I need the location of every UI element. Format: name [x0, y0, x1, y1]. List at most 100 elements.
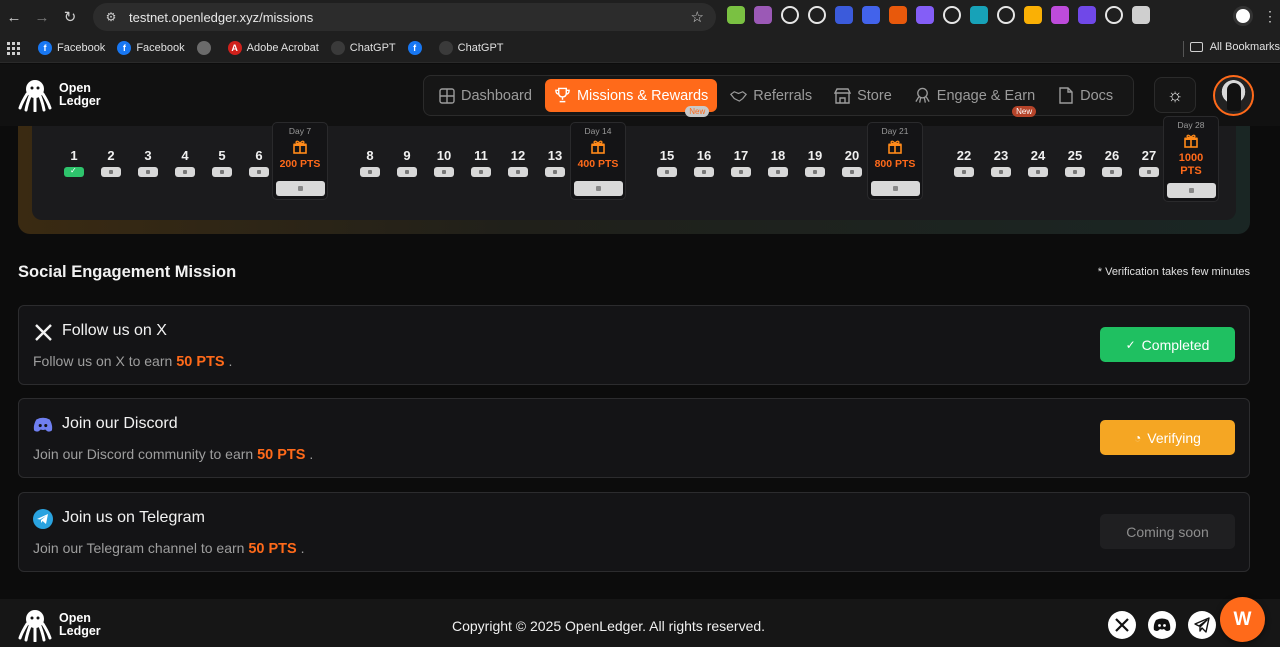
floating-action-button[interactable]: W	[1220, 597, 1265, 642]
bookmark-item[interactable]: ChatGPT	[330, 41, 396, 55]
address-bar[interactable]: ⚙ testnet.openledger.xyz/missions ☆	[93, 3, 716, 31]
verifying-button[interactable]: ◔ Verifying	[1100, 420, 1235, 455]
claim-lock-button[interactable]	[276, 181, 325, 196]
reload-icon[interactable]: ↻	[56, 3, 84, 31]
bookmark-item[interactable]: f Facebook	[38, 41, 105, 55]
extension-icon[interactable]	[781, 6, 799, 24]
checkin-day[interactable]: 25	[1060, 148, 1090, 177]
checkin-day[interactable]: 2	[96, 148, 126, 177]
extension-icon[interactable]	[727, 6, 745, 24]
checkin-day[interactable]: 6	[244, 148, 274, 177]
extension-icon[interactable]	[808, 6, 826, 24]
extension-icon[interactable]	[997, 6, 1015, 24]
extension-icon[interactable]	[916, 6, 934, 24]
browser-toolbar: ← → ↻ ⚙ testnet.openledger.xyz/missions …	[0, 0, 1280, 34]
extension-icon[interactable]	[943, 6, 961, 24]
extension-icon[interactable]	[1024, 6, 1042, 24]
checkin-day[interactable]: 26	[1097, 148, 1127, 177]
nav-dashboard[interactable]: Dashboard	[429, 79, 541, 112]
bookmark-item[interactable]: f	[407, 41, 427, 55]
checkin-day[interactable]: 4	[170, 148, 200, 177]
checkin-day[interactable]: 9	[392, 148, 422, 177]
bonus-day-label: Day 7	[288, 126, 312, 136]
extension-icon[interactable]	[1105, 6, 1123, 24]
bonus-points: 800 PTS	[874, 158, 916, 170]
extension-icon[interactable]	[835, 6, 853, 24]
extension-icon[interactable]	[754, 6, 772, 24]
store-icon	[834, 87, 852, 104]
all-bookmarks-button[interactable]: All Bookmarks	[1189, 41, 1280, 53]
facebook-icon: f	[38, 41, 52, 55]
mission-description-end: .	[228, 353, 233, 369]
browser-menu-icon[interactable]: ⋮	[1263, 8, 1277, 25]
bookmark-star-icon[interactable]: ☆	[691, 8, 704, 26]
checkin-day[interactable]: 1	[59, 148, 89, 177]
daily-checkin-track: 1234568910111213151617181920222324252627…	[32, 116, 1236, 220]
user-avatar[interactable]	[1213, 75, 1254, 116]
site-settings-icon[interactable]: ⚙	[103, 9, 119, 25]
claim-lock-button[interactable]	[574, 181, 623, 196]
mission-title: Join our Discord	[62, 415, 178, 432]
browser-profile-avatar[interactable]	[1233, 6, 1253, 26]
checkin-day[interactable]: 10	[429, 148, 459, 177]
claim-lock-button[interactable]	[1167, 183, 1216, 198]
checkin-day[interactable]: 27	[1134, 148, 1164, 177]
checkin-day[interactable]: 13	[540, 148, 570, 177]
checkin-day[interactable]: 17	[726, 148, 756, 177]
checkin-day[interactable]: 24	[1023, 148, 1053, 177]
extension-icon[interactable]	[1132, 6, 1150, 24]
dashboard-icon	[438, 87, 455, 104]
footer-telegram-link[interactable]	[1188, 611, 1216, 639]
extension-icon[interactable]	[1078, 6, 1096, 24]
coming-soon-button[interactable]: Coming soon	[1100, 514, 1235, 549]
day-number: 9	[403, 148, 411, 163]
checkin-day[interactable]: 11	[466, 148, 496, 177]
openledger-logo[interactable]: Open Ledger	[18, 78, 101, 112]
nav-docs[interactable]: Docs	[1048, 79, 1122, 112]
lock-icon	[360, 167, 380, 177]
theme-toggle-button[interactable]: ☼	[1154, 77, 1196, 113]
footer-discord-link[interactable]	[1148, 611, 1176, 639]
day-number: 6	[255, 148, 263, 163]
checkin-day[interactable]: 16	[689, 148, 719, 177]
extension-icon[interactable]	[1051, 6, 1069, 24]
checkin-day[interactable]: 18	[763, 148, 793, 177]
nav-engage-earn[interactable]: Engage & Earn New	[905, 79, 1044, 117]
extension-icon[interactable]	[862, 6, 880, 24]
checkin-day[interactable]: 8	[355, 148, 385, 177]
bookmark-item[interactable]: ChatGPT	[438, 41, 504, 55]
bonus-points: 400 PTS	[577, 158, 619, 170]
bookmark-item[interactable]: A Adobe Acrobat	[227, 41, 319, 55]
lock-icon	[657, 167, 677, 177]
lock-icon	[1028, 167, 1048, 177]
bookmark-item[interactable]: f Facebook	[117, 41, 185, 55]
apps-grid-icon[interactable]	[7, 41, 20, 55]
nav-referrals[interactable]: Referrals	[721, 79, 821, 112]
nav-store[interactable]: Store	[825, 79, 901, 112]
button-label: Coming soon	[1126, 523, 1209, 540]
checkin-day[interactable]: 22	[949, 148, 979, 177]
claim-lock-button[interactable]	[871, 181, 920, 196]
day-number: 20	[844, 148, 860, 163]
extension-icon[interactable]	[970, 6, 988, 24]
app-header: Open Ledger Dashboard Missions & Rewards Ne…	[0, 64, 1280, 126]
completed-button[interactable]: ✓ Completed	[1100, 327, 1235, 362]
checkin-day[interactable]: 3	[133, 148, 163, 177]
footer-logo[interactable]: Open Ledger	[18, 608, 101, 642]
clock-icon: ◔	[1134, 430, 1142, 445]
checkin-day[interactable]: 19	[800, 148, 830, 177]
extension-icon[interactable]	[889, 6, 907, 24]
footer-x-link[interactable]	[1108, 611, 1136, 639]
mission-description-text: Join our Telegram channel to earn	[33, 540, 245, 556]
checkin-day[interactable]: 5	[207, 148, 237, 177]
back-icon[interactable]: ←	[0, 3, 28, 31]
bookmark-item[interactable]	[196, 41, 216, 55]
day-number: 22	[956, 148, 972, 163]
checkin-day[interactable]: 12	[503, 148, 533, 177]
nav-missions-rewards[interactable]: Missions & Rewards New	[544, 79, 718, 117]
day-number: 8	[366, 148, 374, 163]
checkin-day[interactable]: 20	[837, 148, 867, 177]
checkin-day[interactable]: 15	[652, 148, 682, 177]
checkin-day[interactable]: 23	[986, 148, 1016, 177]
forward-icon[interactable]: →	[28, 3, 56, 31]
